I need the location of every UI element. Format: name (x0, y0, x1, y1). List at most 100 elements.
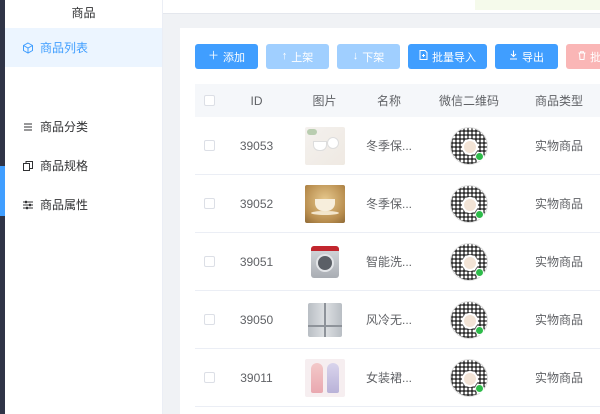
header-type: 商品类型 (534, 94, 583, 108)
arrow-up-icon: ↑ (281, 50, 288, 62)
product-image-tea-set[interactable] (304, 126, 345, 165)
row-image-cell (290, 358, 359, 397)
download-icon (509, 50, 518, 63)
wechat-badge-icon (475, 325, 484, 335)
row-name: 冬季保... (365, 139, 412, 153)
product-image-dresses[interactable] (304, 358, 345, 397)
sidebar-item-label: 商品列表 (40, 41, 89, 55)
row-type: 实物商品 (534, 139, 583, 153)
row-image-cell (290, 184, 359, 223)
sidebar-item-product-attribute[interactable]: 商品属性 (5, 185, 162, 224)
row-type: 实物商品 (534, 371, 583, 385)
washer-door-shape (315, 253, 334, 272)
table-header: ID 图片 名称 微信二维码 商品类型 (195, 84, 600, 117)
sidebar: 商品 商品列表 商品分类 商品规格 商品属性 (5, 0, 163, 414)
on-shelf-button[interactable]: ↑ 上架 (266, 44, 329, 69)
wechat-qr-code[interactable] (450, 300, 488, 339)
list-icon (22, 121, 34, 133)
off-shelf-button-label: 下架 (362, 51, 385, 64)
fridge-bottom-shape (307, 324, 342, 327)
wechat-qr-code[interactable] (450, 126, 488, 165)
row-check-cell (195, 140, 223, 151)
sidebar-item-label: 商品属性 (40, 198, 89, 212)
off-shelf-button[interactable]: ↓ 下架 (337, 44, 400, 69)
row-checkbox[interactable] (203, 198, 215, 209)
sliders-icon (22, 199, 34, 211)
product-table: ID 图片 名称 微信二维码 商品类型 39053 冬季保... 实物商品 39… (195, 84, 600, 407)
product-image-cups[interactable] (304, 184, 345, 223)
row-name: 风冷无... (365, 313, 412, 327)
dress-right-shape (326, 362, 339, 393)
batch-delete-button-label: 批 (590, 51, 600, 64)
row-id: 39050 (239, 312, 274, 327)
arrow-down-icon: ↓ (352, 50, 359, 62)
batch-delete-button[interactable]: 批 (566, 44, 600, 69)
row-checkbox[interactable] (203, 256, 215, 267)
table-row: 39011 女装裙... 实物商品 (195, 349, 600, 407)
plus-icon: ＋ (208, 50, 219, 62)
add-button[interactable]: ＋ 添加 (195, 44, 258, 69)
cube-icon (22, 41, 34, 54)
row-qr-cell (419, 242, 519, 281)
table-row: 39052 冬季保... 实物商品 (195, 175, 600, 233)
row-qr-cell (419, 358, 519, 397)
toolbar: ＋ 添加 ↑ 上架 ↓ 下架 批量导入 导出 批 (195, 44, 600, 69)
row-image-cell (290, 300, 359, 339)
file-import-icon (419, 50, 428, 63)
header-check-cell (195, 95, 223, 106)
wechat-badge-icon (475, 267, 484, 277)
row-image-cell (290, 242, 359, 281)
row-check-cell (195, 256, 223, 267)
header-qr: 微信二维码 (438, 94, 499, 108)
row-checkbox[interactable] (203, 140, 215, 151)
batch-import-button-label: 批量导入 (432, 51, 476, 64)
wechat-qr-code[interactable] (450, 242, 488, 281)
row-checkbox[interactable] (203, 372, 215, 383)
saucer-shape (310, 210, 339, 215)
row-type: 实物商品 (534, 197, 583, 211)
trash-icon (578, 50, 586, 63)
wechat-qr-code[interactable] (450, 358, 488, 397)
copy-icon (22, 160, 34, 172)
header-image: 图片 (312, 94, 337, 108)
wechat-qr-code[interactable] (450, 184, 488, 223)
washer-panel-shape (310, 245, 339, 251)
table-row: 39051 智能洗... 实物商品 (195, 233, 600, 291)
sidebar-item-product-category[interactable]: 商品分类 (5, 107, 162, 146)
row-type: 实物商品 (534, 313, 583, 327)
select-all-checkbox[interactable] (203, 95, 215, 106)
row-check-cell (195, 198, 223, 209)
sidebar-item-product-list[interactable]: 商品列表 (5, 28, 162, 67)
row-id: 39051 (239, 254, 274, 269)
row-checkbox[interactable] (203, 314, 215, 325)
menu-spacer (5, 67, 162, 107)
product-image-refrigerator[interactable] (304, 300, 345, 339)
sidebar-title: 商品 (71, 6, 96, 20)
top-notice (475, 0, 600, 10)
export-button[interactable]: 导出 (495, 44, 558, 69)
row-qr-cell (419, 126, 519, 165)
row-name: 冬季保... (365, 197, 412, 211)
leaf-shape (306, 128, 317, 135)
header-id: ID (250, 93, 263, 108)
teapot-shape (326, 136, 339, 149)
header-name: 名称 (376, 94, 401, 108)
row-name: 智能洗... (365, 255, 412, 269)
product-image-washing-machine[interactable] (304, 242, 345, 281)
add-button-label: 添加 (223, 51, 245, 64)
dress-left-shape (310, 362, 323, 393)
top-bar (163, 0, 600, 14)
batch-import-button[interactable]: 批量导入 (408, 44, 487, 69)
main-panel: ＋ 添加 ↑ 上架 ↓ 下架 批量导入 导出 批 ID 图片 名称 微信二维码 … (180, 28, 600, 414)
row-qr-cell (419, 184, 519, 223)
sidebar-item-label: 商品分类 (40, 120, 89, 134)
sidebar-item-product-spec[interactable]: 商品规格 (5, 146, 162, 185)
row-id: 39053 (239, 138, 274, 153)
row-check-cell (195, 372, 223, 383)
cup-shape (314, 198, 335, 211)
wechat-badge-icon (475, 383, 484, 393)
on-shelf-button-label: 上架 (291, 51, 314, 64)
export-button-label: 导出 (522, 51, 544, 64)
wechat-badge-icon (475, 151, 484, 161)
row-id: 39011 (240, 370, 273, 385)
